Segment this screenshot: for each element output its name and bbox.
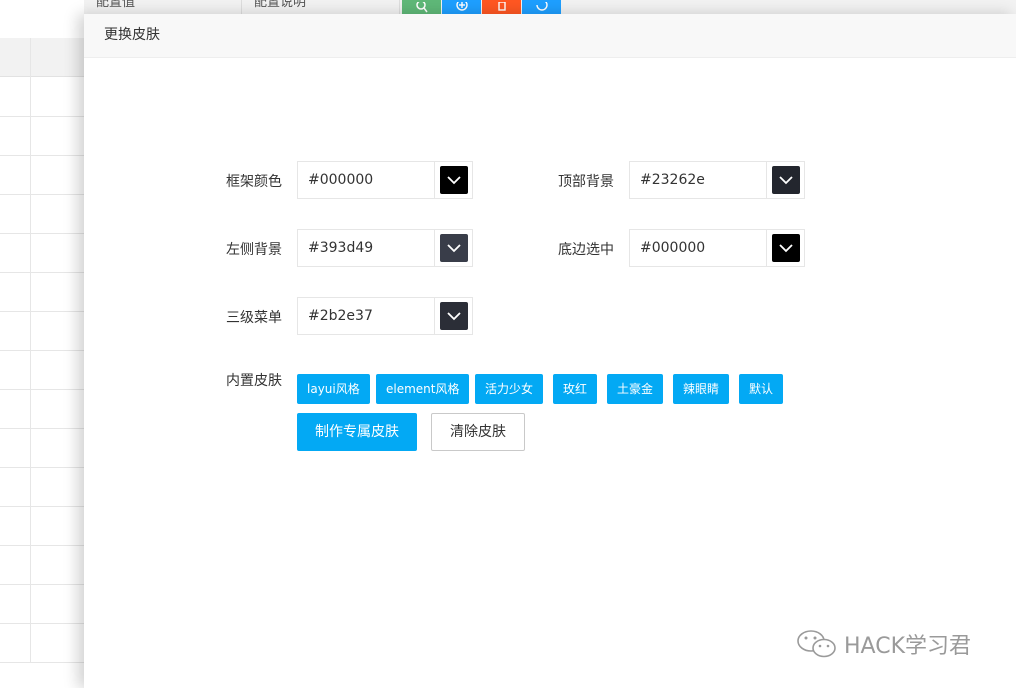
- skin-button-element[interactable]: element风格: [376, 374, 470, 404]
- left-bg-label: 左侧背景: [226, 242, 282, 258]
- skin-button-default[interactable]: 默认: [739, 374, 784, 404]
- frame-color-picker[interactable]: [434, 162, 472, 198]
- chevron-down-icon: [771, 166, 800, 194]
- dialog-title: 更换皮肤: [84, 14, 1016, 58]
- chevron-down-icon: [439, 166, 468, 194]
- background-table-header: [0, 38, 84, 77]
- frame-color-input[interactable]: [298, 162, 436, 198]
- third-menu-field: [297, 297, 473, 335]
- skin-button-rose-red[interactable]: 玫红: [553, 374, 598, 404]
- skin-dialog: 更换皮肤 框架颜色 顶部背景 左侧背景 底边选中: [84, 14, 1016, 688]
- watermark-text: HACK学习君: [844, 634, 971, 659]
- bottom-selected-label: 底边选中: [558, 242, 614, 258]
- clear-skin-button[interactable]: 清除皮肤: [431, 413, 525, 451]
- table-row: [0, 233, 84, 234]
- skin-button-eye-burning[interactable]: 辣眼睛: [673, 374, 730, 404]
- refresh-icon[interactable]: [522, 0, 561, 14]
- table-row: [0, 311, 84, 312]
- delete-icon[interactable]: [482, 0, 521, 14]
- top-bg-input[interactable]: [630, 162, 768, 198]
- table-row: [0, 623, 84, 624]
- background-field-desc[interactable]: 配置说明: [242, 0, 400, 14]
- frame-color-field: [297, 161, 473, 199]
- chevron-down-icon: [439, 234, 468, 262]
- table-row: [0, 116, 84, 117]
- third-menu-input[interactable]: [298, 298, 436, 334]
- wechat-icon: [797, 630, 836, 658]
- bottom-selected-picker[interactable]: [766, 230, 804, 266]
- table-row: [0, 428, 84, 429]
- search-icon[interactable]: [402, 0, 441, 14]
- top-bg-field: [629, 161, 805, 199]
- chevron-down-icon: [771, 234, 800, 262]
- table-row: [0, 155, 84, 156]
- skin-button-vibrant-girl[interactable]: 活力少女: [475, 374, 544, 404]
- table-row: [0, 389, 84, 390]
- chevron-down-icon: [439, 302, 468, 330]
- third-menu-label: 三级菜单: [226, 310, 282, 326]
- left-bg-field: [297, 229, 473, 267]
- background-toolbar: 配置值 配置说明: [84, 0, 1016, 15]
- table-row: [0, 467, 84, 468]
- skin-button-layui[interactable]: layui风格: [297, 374, 370, 404]
- make-custom-skin-button[interactable]: 制作专属皮肤: [297, 413, 417, 451]
- table-row: [0, 545, 84, 546]
- add-icon[interactable]: [442, 0, 481, 14]
- third-menu-picker[interactable]: [434, 298, 472, 334]
- bottom-selected-input[interactable]: [630, 230, 768, 266]
- background-field-value[interactable]: 配置值: [84, 0, 242, 14]
- table-row: [0, 272, 84, 273]
- table-row: [0, 506, 84, 507]
- table-row: [0, 194, 84, 195]
- left-bg-input[interactable]: [298, 230, 436, 266]
- watermark: HACK学习君: [796, 628, 971, 660]
- top-bg-label: 顶部背景: [558, 174, 614, 190]
- table-row: [0, 584, 84, 585]
- skin-button-tycoon-gold[interactable]: 土豪金: [607, 374, 664, 404]
- frame-color-label: 框架颜色: [226, 174, 282, 190]
- builtin-skins-label: 内置皮肤: [226, 373, 282, 389]
- table-row: [0, 350, 84, 351]
- table-row: [0, 662, 84, 663]
- left-bg-picker[interactable]: [434, 230, 472, 266]
- top-bg-picker[interactable]: [766, 162, 804, 198]
- bottom-selected-field: [629, 229, 805, 267]
